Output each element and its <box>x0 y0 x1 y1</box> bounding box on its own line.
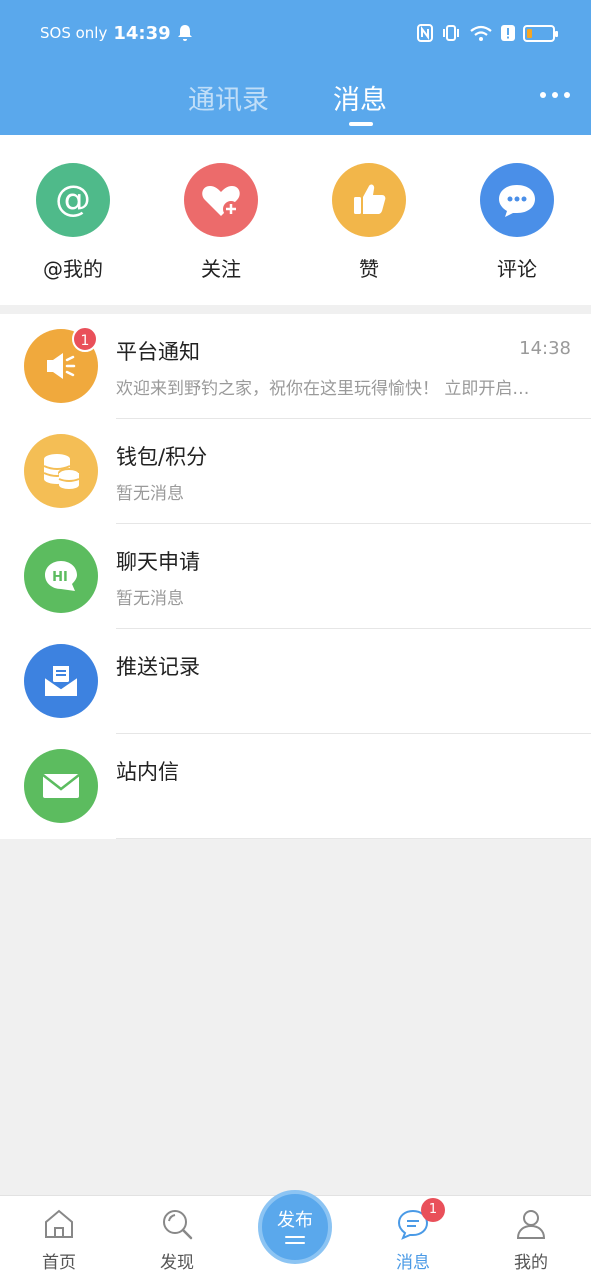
item-preview: 暂无消息 <box>116 589 184 609</box>
quick-action-label: 赞 <box>359 257 379 281</box>
nfc-icon <box>417 24 433 42</box>
message-list: 1 平台通知 14:38 欢迎来到野钓之家，祝你在这里玩得愉快！ 立即开启钓鱼之… <box>0 314 591 839</box>
item-title: 平台通知 <box>116 340 200 364</box>
status-bar: SOS only 14:39 <box>0 0 591 64</box>
battery-icon <box>523 24 558 42</box>
vibrate-icon <box>443 25 459 41</box>
quick-actions: @ @我的 关注 赞 评论 <box>0 135 591 305</box>
nav-label: 消息 <box>396 1253 430 1273</box>
alert-icon <box>501 25 515 41</box>
coins-icon <box>24 434 98 508</box>
carrier-text: SOS only <box>40 24 108 42</box>
message-item-chat-request[interactable]: HI 聊天申请 暂无消息 <box>0 524 591 629</box>
discover-icon <box>159 1206 195 1242</box>
quick-action-label: 关注 <box>201 257 241 281</box>
home-icon <box>41 1206 77 1242</box>
quick-action-label: @我的 <box>43 257 103 281</box>
status-left: SOS only 14:39 <box>40 20 193 46</box>
menu-lines-icon <box>285 1236 305 1244</box>
bell-icon <box>177 25 192 41</box>
tab-indicator <box>349 122 373 126</box>
message-icon: 1 <box>395 1198 445 1242</box>
thumbs-up-icon <box>332 163 406 237</box>
svg-text:@: @ <box>55 179 91 220</box>
wifi-icon <box>470 25 492 41</box>
quick-action-likes[interactable]: 赞 <box>309 163 429 282</box>
tab-contacts[interactable]: 通讯录 <box>188 78 269 117</box>
heart-plus-icon <box>184 163 258 237</box>
item-title: 站内信 <box>116 760 179 784</box>
status-right <box>417 20 558 46</box>
item-title: 聊天申请 <box>116 550 200 574</box>
nav-label: 发现 <box>160 1253 194 1273</box>
inbox-icon <box>24 644 98 718</box>
quick-action-mentions[interactable]: @ @我的 <box>13 163 133 282</box>
publish-label: 发布 <box>277 1210 313 1231</box>
item-preview: 暂无消息 <box>116 484 184 504</box>
item-time: 14:38 <box>519 338 571 359</box>
bottom-nav: 首页 发现 发布 1 消息 我的 <box>0 1190 591 1280</box>
message-item-platform-notice[interactable]: 1 平台通知 14:38 欢迎来到野钓之家，祝你在这里玩得愉快！ 立即开启钓鱼之… <box>0 314 591 419</box>
svg-text:HI: HI <box>52 570 68 585</box>
publish-button[interactable]: 发布 <box>258 1190 332 1264</box>
nav-messages[interactable]: 1 消息 <box>373 1198 453 1273</box>
unread-badge: 1 <box>72 326 98 352</box>
profile-icon <box>513 1206 549 1242</box>
chat-hi-icon: HI <box>24 539 98 613</box>
nav-profile[interactable]: 我的 <box>491 1206 571 1273</box>
quick-action-label: 评论 <box>497 257 537 281</box>
more-options-button[interactable] <box>540 92 576 102</box>
clock: 14:39 <box>113 22 171 44</box>
item-title: 钱包/积分 <box>116 445 208 469</box>
nav-home[interactable]: 首页 <box>19 1206 99 1273</box>
item-preview: 欢迎来到野钓之家，祝你在这里玩得愉快！ 立即开启钓鱼之旅 <box>116 379 536 399</box>
nav-discover[interactable]: 发现 <box>137 1206 217 1273</box>
quick-action-follow[interactable]: 关注 <box>161 163 281 282</box>
message-item-wallet[interactable]: 钱包/积分 暂无消息 <box>0 419 591 524</box>
at-icon: @ <box>36 163 110 237</box>
divider <box>116 838 591 839</box>
nav-unread-badge: 1 <box>421 1198 445 1222</box>
nav-label: 我的 <box>514 1253 548 1273</box>
header: SOS only 14:39 通讯录 消息 <box>0 0 591 135</box>
item-title: 推送记录 <box>116 655 200 679</box>
quick-action-comments[interactable]: 评论 <box>457 163 577 282</box>
nav-label: 首页 <box>42 1253 76 1273</box>
message-item-push-records[interactable]: 推送记录 <box>0 629 591 734</box>
comment-bubble-icon <box>480 163 554 237</box>
message-item-site-mail[interactable]: 站内信 <box>0 734 591 839</box>
envelope-icon <box>24 749 98 823</box>
tab-messages[interactable]: 消息 <box>333 78 387 117</box>
top-tabs: 通讯录 消息 <box>0 70 591 130</box>
